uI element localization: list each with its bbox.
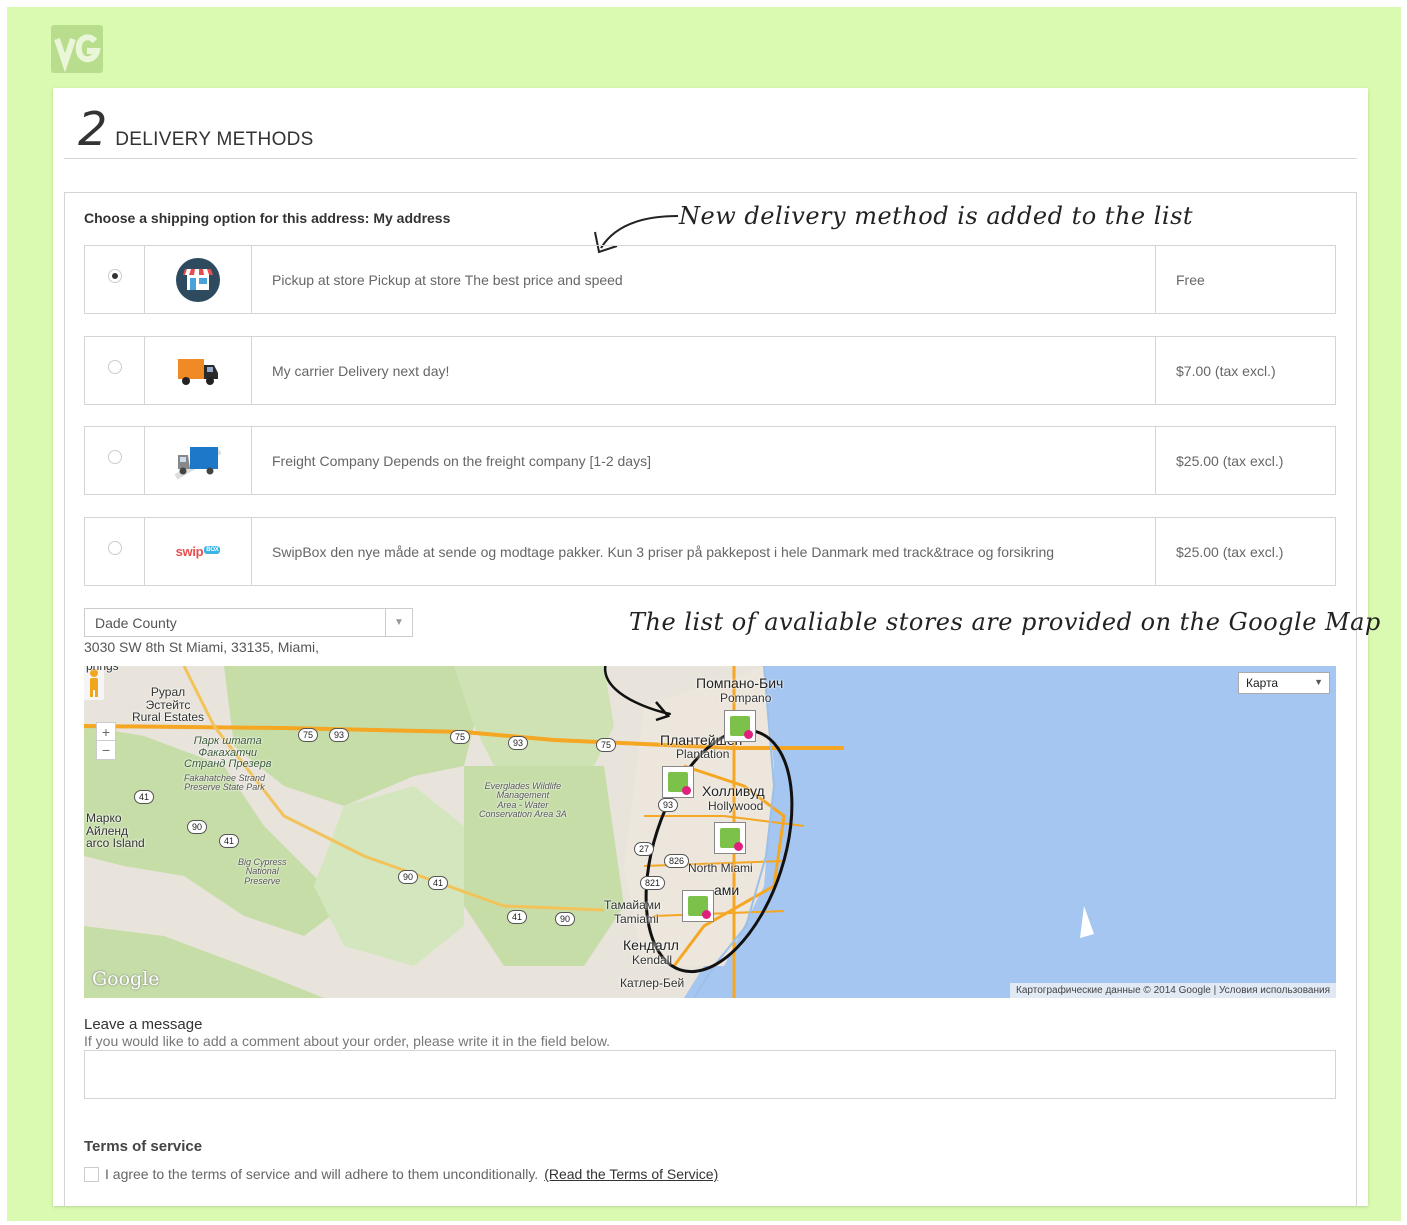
terms-row: I agree to the terms of service and will… (84, 1166, 718, 1182)
carrier-price: $25.00 (tax excl.) (1176, 543, 1284, 560)
map-label: Помпано-Бич (696, 675, 784, 691)
map-label: Hollywood (708, 799, 764, 813)
map-label: North Miami (688, 861, 753, 875)
road-shield-icon: 90 (187, 820, 208, 834)
carrier-radio-pickup[interactable] (108, 269, 122, 283)
map-label: Plantation (676, 747, 730, 761)
map-label: Tamiami (614, 912, 659, 926)
terms-link[interactable]: (Read the Terms of Service) (544, 1166, 718, 1182)
map-label: ами (714, 882, 740, 898)
road-shield-icon: 75 (298, 728, 319, 742)
road-shield-icon: 93 (329, 728, 350, 742)
message-help: If you would like to add a comment about… (84, 1033, 611, 1049)
map-credit[interactable]: Картографические данные © 2014 Google | … (1010, 983, 1336, 998)
carrier-row-freight[interactable]: Freight Company Depends on the freight c… (84, 426, 1336, 495)
map-label: Катлер-Бей (620, 976, 685, 990)
road-shield-icon: 41 (134, 790, 155, 804)
zoom-control: + − (96, 722, 116, 760)
carrier-radio-freight[interactable] (108, 450, 122, 464)
terms-checkbox[interactable] (84, 1166, 99, 1182)
store-icon (176, 257, 220, 302)
heading-divider (64, 158, 1357, 159)
carrier-description: Freight Company Depends on the freight c… (252, 427, 1156, 494)
carrier-price: Free (1176, 271, 1205, 288)
carrier-logo-cell (145, 246, 252, 313)
carrier-radio-swipbox[interactable] (108, 541, 122, 555)
step-number: 2 (78, 102, 108, 156)
store-address: 3030 SW 8th St Miami, 33135, Miami, (84, 639, 319, 655)
map-label: Fakahatchee Strand Preserve State Park (184, 773, 266, 793)
orange-truck-icon (178, 358, 218, 385)
zoom-in-button[interactable]: + (97, 723, 115, 741)
map-canvas (84, 666, 1094, 998)
map-label: Kendall (632, 953, 673, 967)
google-watermark: Google (92, 968, 160, 990)
map-label: Pompano (720, 691, 772, 705)
map-label: Марко Айленд arco Island (86, 811, 145, 851)
map-label: Кендалл (623, 937, 679, 953)
chevron-down-icon: ▼ (1314, 677, 1323, 687)
page-title: DELIVERY METHODS (115, 129, 314, 150)
store-marker-icon[interactable] (724, 710, 756, 742)
swipbox-logo: swip BOX (175, 544, 221, 559)
message-textarea[interactable] (84, 1050, 1336, 1099)
carrier-radio-cell (85, 427, 145, 494)
shipping-choose-label: Choose a shipping option for this addres… (84, 210, 451, 226)
map-type-label: Карта (1246, 676, 1279, 690)
delivery-panel: 2 DELIVERY METHODS Choose a shipping opt… (53, 88, 1380, 1206)
carrier-row-pickup[interactable]: Pickup at store Pickup at store The best… (84, 245, 1336, 314)
road-shield-icon: 93 (508, 736, 529, 750)
carrier-row-swipbox[interactable]: swip BOX SwipBox den nye måde at sende og… (84, 517, 1336, 586)
terms-title: Terms of service (84, 1138, 203, 1155)
map-type-select[interactable]: Карта ▼ (1238, 672, 1330, 694)
map-label: Холливуд (702, 783, 765, 799)
chevron-down-icon[interactable]: ▼ (385, 609, 412, 636)
message-title: Leave a message (84, 1016, 203, 1033)
road-shield-icon: 90 (555, 912, 576, 926)
store-marker-icon[interactable] (714, 822, 746, 854)
carrier-radio-cell (85, 518, 145, 585)
zoom-out-button[interactable]: − (97, 741, 115, 759)
store-marker-icon[interactable] (662, 766, 694, 798)
road-shield-icon: 41 (428, 876, 449, 890)
road-shield-icon: 75 (596, 738, 617, 752)
carrier-description: SwipBox den nye måde at sende og modtage… (252, 518, 1156, 585)
map-label: Рурал Эстейтс Rural Estates (132, 685, 205, 725)
road-shield-icon: 93 (658, 798, 679, 812)
annotation-new-method: New delivery method is added to the list (679, 202, 1194, 230)
carrier-description: My carrier Delivery next day! (252, 337, 1156, 404)
road-shield-icon: 90 (398, 870, 419, 884)
road-shield-icon: 826 (664, 854, 690, 868)
store-select[interactable]: Dade County ▼ (84, 608, 413, 637)
road-shield-icon: 821 (640, 876, 666, 890)
terms-agree-label: I agree to the terms of service and will… (105, 1166, 539, 1182)
road-shield-icon: 41 (507, 910, 528, 924)
carrier-row-my-carrier[interactable]: My carrier Delivery next day! $7.00 (tax… (84, 336, 1336, 405)
brand-logo (51, 25, 103, 73)
carrier-description: Pickup at store Pickup at store The best… (252, 246, 1156, 313)
carrier-logo-cell: swip BOX (145, 518, 252, 585)
carrier-radio-cell (85, 337, 145, 404)
store-select-value: Dade County (95, 615, 177, 631)
annotation-map-note: The list of avaliable stores are provide… (629, 608, 1381, 636)
carrier-logo-cell (145, 427, 252, 494)
carrier-radio-cell (85, 246, 145, 313)
map-label: Тамайами (604, 898, 661, 912)
carrier-logo-cell (145, 337, 252, 404)
carrier-radio-my-carrier[interactable] (108, 360, 122, 374)
map-label: Everglades Wildlife Management Area - Wa… (479, 781, 567, 820)
blue-truck-icon (174, 446, 222, 480)
section-heading: 2 DELIVERY METHODS (78, 106, 314, 152)
store-marker-icon[interactable] (682, 890, 714, 922)
road-shield-icon: 27 (634, 842, 655, 856)
carrier-price: $25.00 (tax excl.) (1176, 452, 1284, 469)
carrier-price: $7.00 (tax excl.) (1176, 362, 1276, 379)
google-map[interactable]: + − prings Рурал Эстейтс Rural Estates П… (84, 666, 1336, 998)
map-label: prings (86, 666, 119, 673)
road-shield-icon: 41 (219, 834, 240, 848)
map-label: Парк штата Факахатчи Странд Презерв (184, 735, 272, 771)
map-label: Big Cypress National Preserve (238, 857, 287, 886)
road-shield-icon: 75 (450, 730, 471, 744)
